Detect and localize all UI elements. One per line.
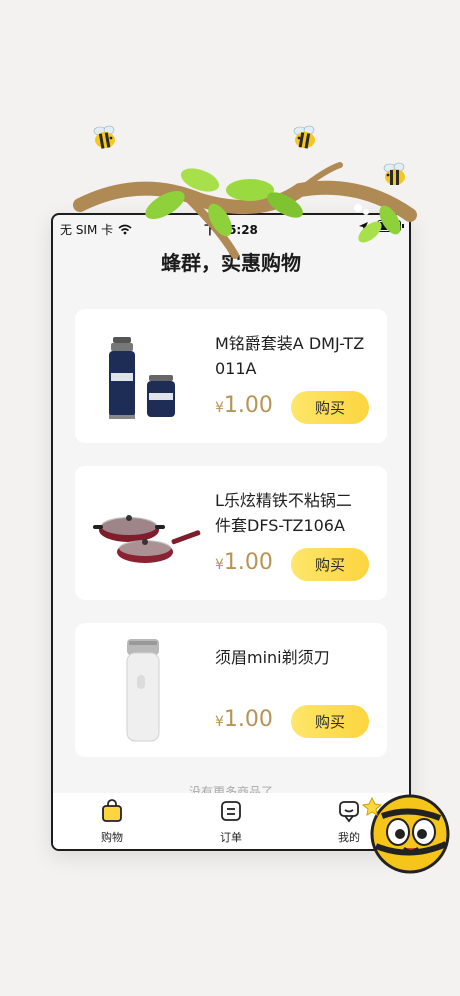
product-card[interactable]: M铭爵套装A DMJ-TZ011A ¥1.00 购买 [75, 309, 387, 443]
tab-orders[interactable]: 订单 [196, 799, 266, 845]
bee-decoration-icon [93, 125, 115, 149]
product-name: M铭爵套装A DMJ-TZ011A [215, 334, 365, 378]
product-name: 须眉mini剃须刀 [215, 648, 330, 667]
product-card[interactable]: 须眉mini剃须刀 ¥1.00 购买 [75, 623, 387, 757]
product-price: ¥1.00 [215, 707, 273, 732]
phone-screen: 无 SIM 卡 下午5:28 蜂群，实惠购物 M铭爵套 [51, 213, 411, 851]
product-price: ¥1.00 [215, 393, 273, 418]
product-price: ¥1.00 [215, 550, 273, 575]
branch-decoration [73, 162, 417, 259]
mascot-bee-icon [362, 794, 450, 874]
shopping-bag-icon [102, 799, 122, 822]
tab-shopping[interactable]: 购物 [77, 799, 147, 845]
bee-decoration-icon [293, 125, 315, 149]
product-name: L乐炫精铁不粘锅二件套DFS-TZ106A [215, 491, 352, 535]
tab-label: 购物 [101, 831, 123, 844]
product-image-white-shaver [126, 639, 160, 742]
price-value: 1.00 [223, 550, 273, 575]
currency-symbol: ¥ [215, 714, 224, 730]
buy-button[interactable]: 购买 [291, 705, 369, 738]
price-value: 1.00 [223, 393, 273, 418]
tab-bar: 购物 订单 我的 [53, 793, 409, 849]
product-image-thermos-set [109, 337, 175, 419]
buy-button[interactable]: 购买 [291, 548, 369, 581]
buy-button[interactable]: 购买 [291, 391, 369, 424]
product-card[interactable]: L乐炫精铁不粘锅二件套DFS-TZ106A ¥1.00 购买 [75, 466, 387, 600]
currency-symbol: ¥ [215, 557, 224, 573]
product-image-red-pan-set [93, 515, 201, 563]
currency-symbol: ¥ [215, 400, 224, 416]
tab-label: 订单 [220, 831, 242, 844]
order-icon [221, 801, 241, 821]
profile-icon [339, 801, 359, 823]
price-value: 1.00 [223, 707, 273, 732]
